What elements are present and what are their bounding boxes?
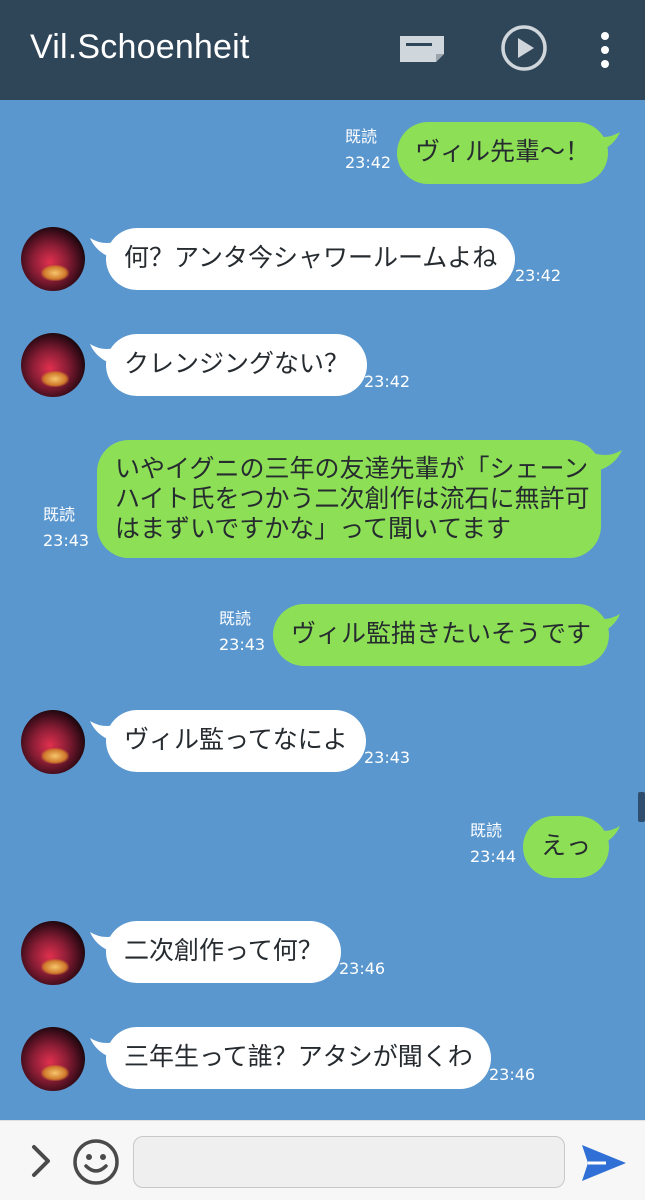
read-receipt: 既読 [345, 127, 378, 146]
message-line: はまずいですかな」って聞いてます [115, 514, 512, 543]
play-circle-icon[interactable] [500, 24, 548, 76]
bubble-tail [584, 614, 620, 634]
bubble-tail [584, 132, 620, 152]
message-meta: 既読 23:42 [345, 126, 391, 174]
message-time: 23:42 [515, 266, 562, 285]
bubble-tail [586, 450, 622, 470]
chat-title: Vil.Schoenheit [30, 28, 250, 66]
message-meta: 既読 23:43 [219, 608, 265, 656]
message-bubble[interactable]: 何？アンタ今シャワールームよね [106, 228, 516, 290]
send-icon[interactable] [580, 1143, 628, 1187]
message-meta: 既読 23:43 [43, 504, 89, 552]
message-bubble[interactable]: ヴィル監ってなによ [106, 710, 366, 772]
scrollbar-thumb[interactable] [638, 792, 645, 822]
bubble-tail [584, 826, 620, 846]
message-bubble[interactable]: 二次創作って何？ [106, 921, 341, 983]
message-bubble[interactable]: 三年生って誰？アタシが聞くわ [106, 1027, 491, 1089]
emoji-icon[interactable] [72, 1138, 120, 1190]
message-bubble[interactable]: いやイグニの三年の友達先輩が「シェーン ハイト氏をつかう二次創作は流石に無許可 … [97, 440, 601, 558]
message-bubble[interactable]: ヴィル先輩～！ [397, 122, 609, 184]
message-list[interactable]: 既読 23:42 ヴィル先輩～！ 何？アンタ今シャワールームよね 23:42 ク… [0, 100, 645, 1120]
avatar[interactable] [21, 1027, 85, 1091]
message-line: いやイグニの三年の友達先輩が「シェーン [115, 454, 589, 483]
more-vertical-icon[interactable] [595, 28, 615, 76]
message-time: 23:42 [364, 372, 411, 391]
message-time: 23:46 [489, 1065, 536, 1084]
avatar[interactable] [21, 333, 85, 397]
chevron-right-icon[interactable] [30, 1143, 54, 1183]
read-receipt: 既読 [219, 609, 252, 628]
message-time: 23:44 [470, 847, 517, 866]
read-receipt: 既読 [470, 821, 503, 840]
avatar[interactable] [21, 710, 85, 774]
message-time: 23:42 [345, 153, 392, 172]
message-time: 23:43 [43, 531, 90, 550]
message-time: 23:43 [219, 635, 266, 654]
message-bubble[interactable]: ヴィル監描きたいそうです [273, 604, 610, 666]
avatar[interactable] [21, 227, 85, 291]
read-receipt: 既読 [43, 505, 76, 524]
message-input[interactable] [133, 1136, 565, 1188]
note-icon[interactable] [398, 34, 446, 68]
message-bubble[interactable]: クレンジングない？ [106, 334, 368, 396]
message-time: 23:46 [339, 959, 386, 978]
message-input-bar [0, 1120, 645, 1200]
avatar[interactable] [21, 921, 85, 985]
message-line: ハイト氏をつかう二次創作は流石に無許可 [115, 484, 590, 513]
message-time: 23:43 [364, 748, 411, 767]
chat-header: Vil.Schoenheit [0, 0, 645, 100]
message-meta: 既読 23:44 [470, 820, 516, 868]
